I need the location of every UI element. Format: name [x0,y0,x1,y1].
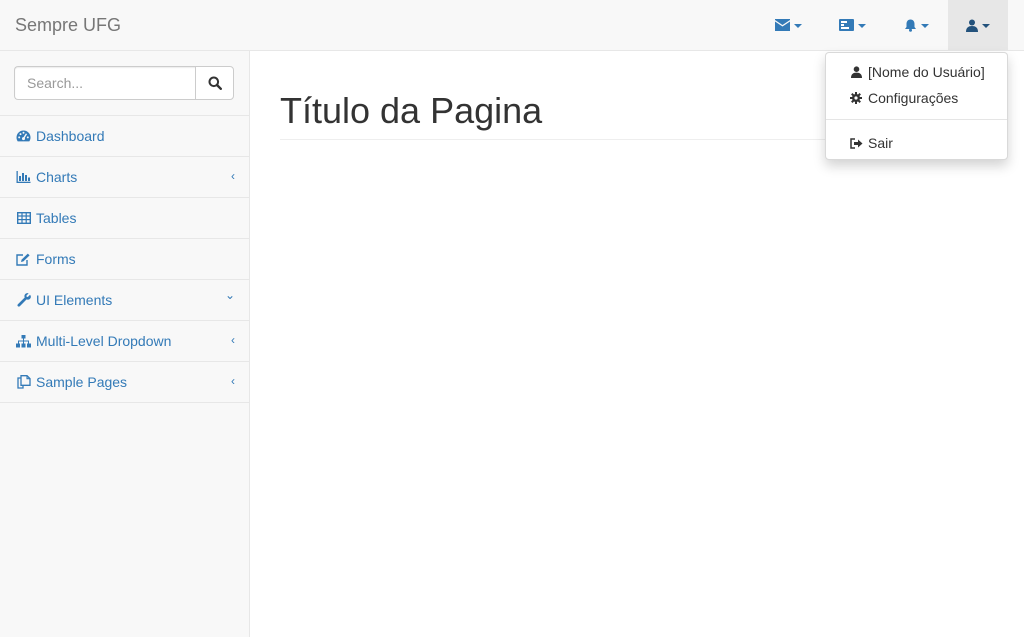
search-button[interactable] [195,66,234,100]
user-dropdown-button[interactable] [948,0,1008,50]
sidebar-item-multi-level-dropdown[interactable]: Multi-Level Dropdown ‹ [0,321,249,362]
edit-icon [16,252,31,266]
chevron-left-icon: ‹ [231,169,235,183]
dashboard-icon [16,129,31,143]
files-icon [16,375,31,389]
sidebar-item-label: Forms [36,251,76,267]
caret-down-icon [920,23,929,28]
user-profile-menu-item[interactable]: [Nome do Usuário] [826,59,1007,85]
sidebar-item-dashboard[interactable]: Dashboard [0,116,249,157]
chevron-left-icon: ‹ [231,374,235,388]
logout-menu-item[interactable]: Sair [826,130,1007,156]
caret-down-icon [982,23,990,28]
caret-down-icon [793,23,802,28]
brand-title[interactable]: Sempre UFG [15,15,121,35]
sidebar-item-label: UI Elements [36,292,113,308]
page-title: Título da Pagina [280,90,543,131]
menu-item-label: Sair [868,135,893,151]
caret-down-icon [857,23,866,28]
bar-chart-icon [16,170,31,184]
sitemap-icon [16,334,31,348]
menu-divider [826,119,1007,120]
alerts-dropdown-button[interactable] [886,0,946,50]
sidebar: Dashboard Charts ‹ Tables Forms UI Eleme… [0,51,250,637]
wrench-icon [16,293,31,307]
menu-item-label: Configurações [868,90,959,106]
sidebar-item-label: Multi-Level Dropdown [36,333,172,349]
settings-menu-item[interactable]: Configurações [826,85,1007,111]
sidebar-item-sample-pages[interactable]: Sample Pages ‹ [0,362,249,403]
user-icon [966,19,978,32]
sidebar-item-label: Charts [36,169,78,185]
chevron-down-icon: ⌄ [224,288,235,302]
table-icon [16,211,31,225]
menu-item-label: [Nome do Usuário] [868,64,985,80]
sidebar-item-label: Tables [36,210,77,226]
messages-dropdown-button[interactable] [758,0,818,50]
bell-icon [904,19,916,32]
sidebar-item-tables[interactable]: Tables [0,198,249,239]
sidebar-item-label: Sample Pages [36,374,128,390]
gear-icon [849,91,863,105]
user-icon [849,65,863,79]
tasks-dropdown-button[interactable] [822,0,882,50]
search-input[interactable] [14,66,196,100]
sidebar-item-ui-elements[interactable]: UI Elements ⌄ [0,280,249,321]
top-navbar: Sempre UFG [0,0,1024,51]
sign-out-icon [849,136,863,150]
envelope-icon [774,19,790,31]
user-dropdown-menu: [Nome do Usuário] Configurações Sair [825,52,1008,160]
tasks-icon [838,19,854,31]
chevron-left-icon: ‹ [231,333,235,347]
sidebar-item-forms[interactable]: Forms [0,239,249,280]
sidebar-search [0,51,249,116]
sidebar-item-charts[interactable]: Charts ‹ [0,157,249,198]
sidebar-item-label: Dashboard [36,128,105,144]
search-icon [208,76,222,90]
